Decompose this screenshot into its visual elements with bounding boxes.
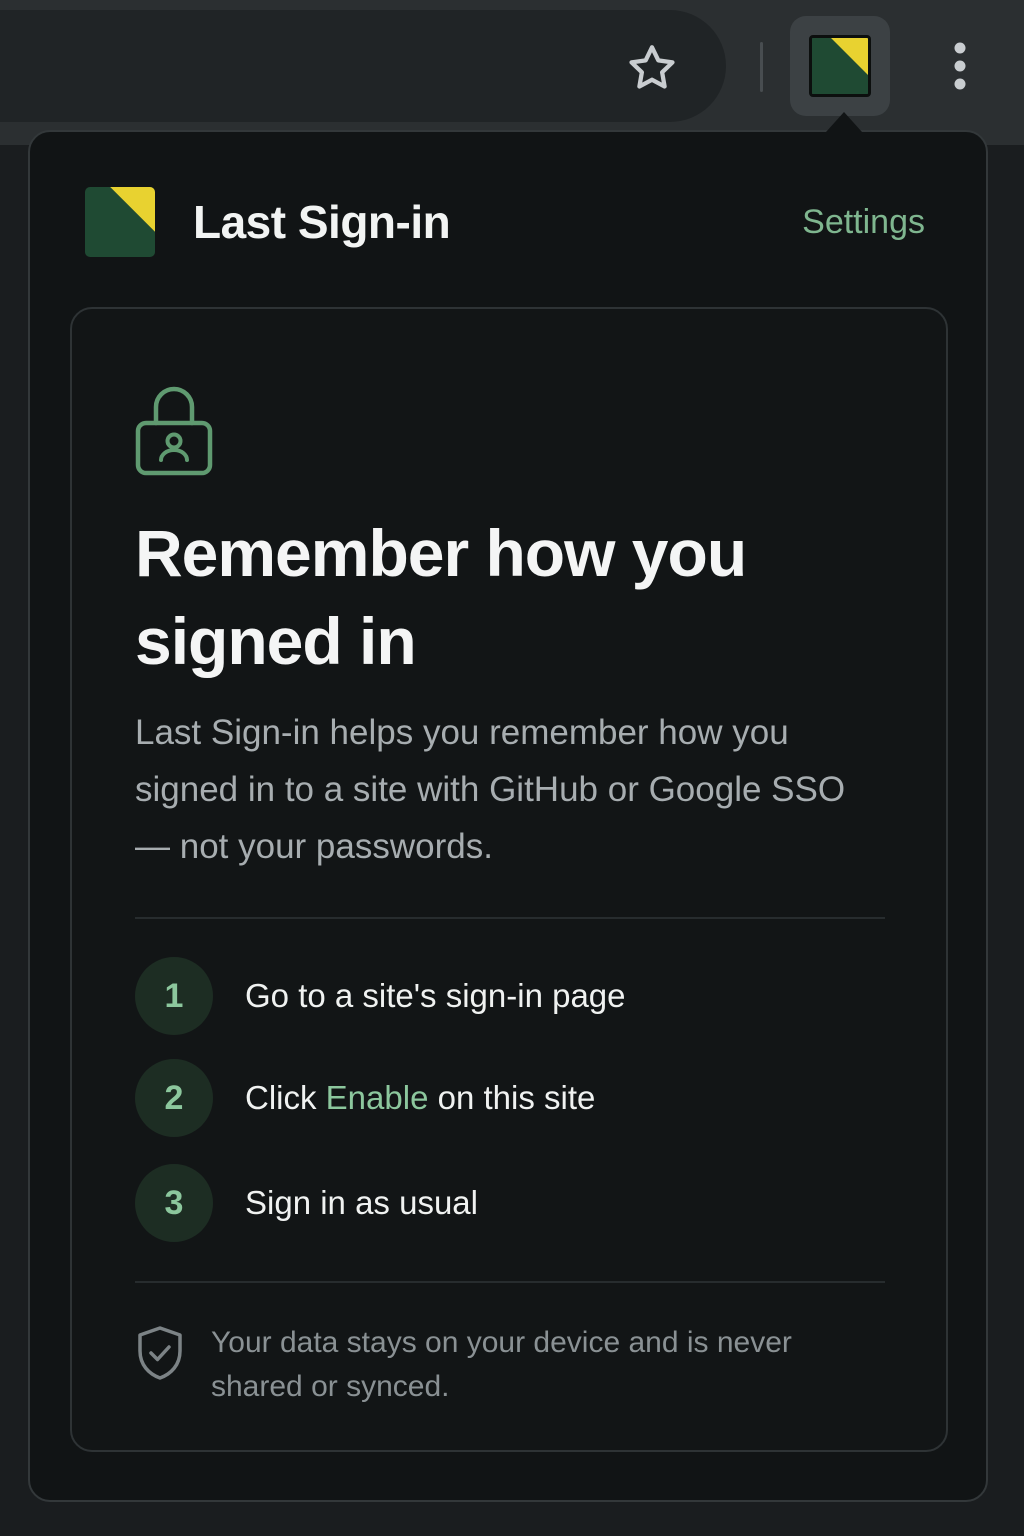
step-text-before: Click (245, 1079, 326, 1116)
app-logo-icon (85, 187, 155, 257)
step-text: Go to a site's sign-in page (245, 977, 626, 1014)
browser-menu-button[interactable] (940, 36, 980, 96)
section-divider (135, 917, 885, 919)
browser-toolbar (0, 0, 1024, 145)
shield-check-icon (138, 1326, 182, 1380)
lock-user-icon (135, 386, 213, 476)
bookmark-star-button[interactable] (622, 38, 682, 98)
section-divider (135, 1281, 885, 1283)
extension-popup: Last Sign-in Settings Remember how you s… (28, 130, 988, 1502)
popup-caret (826, 112, 862, 132)
hero-description: Last Sign-in helps you remember how you … (135, 713, 846, 866)
star-icon (629, 45, 675, 89)
step-number-badge: 1 (135, 957, 213, 1035)
settings-link[interactable]: Settings (802, 203, 925, 242)
step-item-1: 1 Go to a site's sign-in page (135, 957, 895, 1035)
toolbar-divider (760, 42, 763, 92)
privacy-note: Your data stays on your device and is ne… (135, 1321, 895, 1421)
step-number-badge: 2 (135, 1059, 213, 1137)
step-text: Click Enable on this site (245, 1079, 595, 1117)
more-vertical-icon (954, 42, 966, 90)
hero-title: Remember how you signed in (135, 516, 747, 678)
popup-header: Last Sign-in Settings (85, 187, 925, 257)
step-text: Sign in as usual (245, 1184, 478, 1221)
address-bar[interactable] (0, 10, 726, 122)
step-number-badge: 3 (135, 1164, 213, 1242)
step-text-after: on this site (428, 1079, 596, 1116)
app-title: Last Sign-in (193, 196, 451, 248)
privacy-text: Your data stays on your device and is ne… (211, 1326, 792, 1403)
extension-button[interactable] (790, 16, 890, 116)
extension-logo-icon (809, 35, 871, 97)
step-item-3: 3 Sign in as usual (135, 1164, 895, 1242)
enable-keyword: Enable (325, 1079, 429, 1116)
step-item-2: 2 Click Enable on this site (135, 1059, 895, 1137)
onboarding-card: Remember how you signed in Last Sign-in … (70, 307, 948, 1452)
